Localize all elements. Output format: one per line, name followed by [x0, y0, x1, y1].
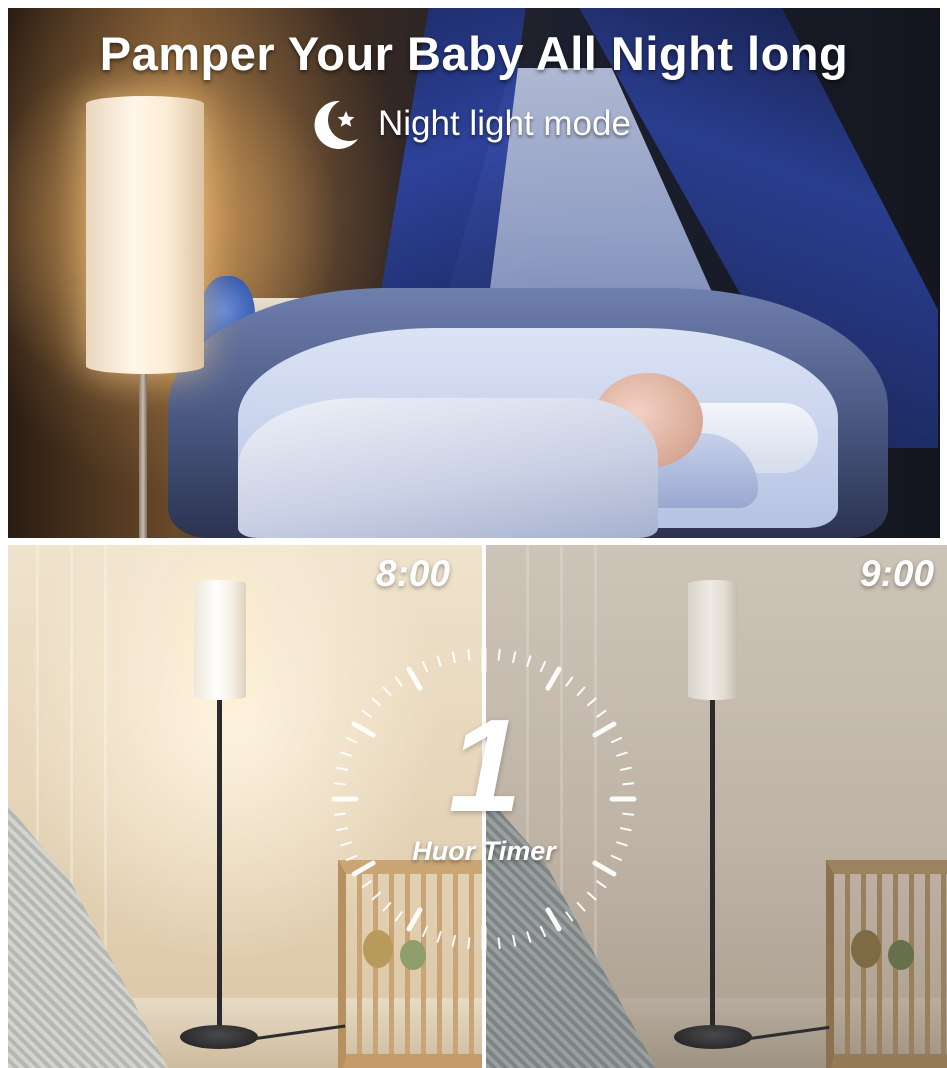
clock-minor-tick	[622, 812, 635, 816]
clock-minor-tick	[512, 934, 517, 947]
clock-minor-tick	[336, 766, 349, 771]
end-time: 9:00	[860, 553, 935, 594]
clock-minor-tick	[422, 925, 429, 937]
lamp-pole	[710, 700, 715, 1035]
product-image: Pamper Your Baby All Night long Night li…	[0, 0, 947, 1068]
clock-minor-tick	[436, 655, 442, 667]
clock-major-tick	[406, 666, 423, 691]
clock-minor-tick	[336, 827, 349, 832]
mode-row: Night light mode	[306, 94, 631, 154]
clock-minor-tick	[371, 891, 381, 901]
lamp-shade-off	[688, 580, 738, 700]
clock-major-tick	[351, 721, 376, 738]
clock-minor-tick	[422, 661, 429, 673]
clock-minor-tick	[451, 651, 456, 664]
clock-minor-tick	[394, 676, 403, 687]
clock-minor-tick	[616, 751, 628, 757]
moon-star-icon	[314, 100, 358, 149]
clock-minor-tick	[565, 911, 574, 922]
clock-minor-tick	[596, 709, 607, 718]
clock-minor-tick	[382, 686, 392, 696]
clock-minor-tick	[526, 655, 532, 667]
headline: Pamper Your Baby All Night long	[99, 27, 849, 80]
clock-minor-tick	[596, 880, 607, 889]
clock-minor-tick	[497, 648, 501, 661]
clock-minor-tick	[467, 648, 471, 661]
clock-minor-tick	[436, 931, 442, 943]
clock-minor-tick	[587, 697, 597, 707]
lamp-pole	[217, 700, 222, 1035]
timer-hours: 1	[448, 692, 522, 839]
plush-toy	[888, 940, 914, 970]
clock-minor-tick	[467, 937, 471, 950]
clock-minor-tick	[512, 651, 517, 664]
clock-minor-tick	[539, 925, 546, 937]
clock-minor-tick	[371, 697, 381, 707]
play-tent	[8, 805, 168, 1068]
lamp-base	[180, 1025, 258, 1049]
clock-minor-tick	[497, 937, 501, 950]
clock-minor-tick	[565, 676, 574, 687]
clock-minor-tick	[394, 911, 403, 922]
clock-minor-tick	[361, 709, 372, 718]
clock-minor-tick	[340, 751, 352, 757]
clock-minor-tick	[346, 737, 358, 744]
clock-minor-tick	[610, 737, 622, 744]
clock-major-tick	[592, 721, 617, 738]
timer-caption: Huor Timer	[412, 836, 556, 866]
clock-minor-tick	[526, 931, 532, 943]
clock-minor-tick	[382, 902, 392, 912]
clock-minor-tick	[576, 686, 586, 696]
clock-major-tick	[406, 907, 423, 932]
clock-minor-tick	[587, 891, 597, 901]
lamp-shade-lit	[194, 580, 246, 700]
wooden-crib	[826, 860, 947, 1068]
clock-minor-tick	[333, 782, 346, 786]
clock-minor-tick	[576, 902, 586, 912]
night-light-scene: Pamper Your Baby All Night long Night li…	[8, 8, 940, 538]
lamp-shade-lit	[86, 96, 204, 374]
clock-minor-tick	[451, 934, 456, 947]
mode-label: Night light mode	[378, 104, 631, 143]
clock-major-tick	[545, 666, 562, 691]
knit-blanket	[238, 398, 658, 538]
lamp-base	[674, 1025, 752, 1049]
clock-major-tick	[545, 907, 562, 932]
clock-minor-tick	[619, 827, 632, 832]
clock-minor-tick	[539, 661, 546, 673]
lamp-pole	[139, 374, 147, 538]
clock-minor-tick	[619, 766, 632, 771]
clock-minor-tick	[333, 812, 346, 816]
plush-toy	[851, 930, 881, 968]
start-time: 8:00	[376, 553, 451, 594]
clock-minor-tick	[361, 880, 372, 889]
clock-minor-tick	[622, 782, 635, 786]
